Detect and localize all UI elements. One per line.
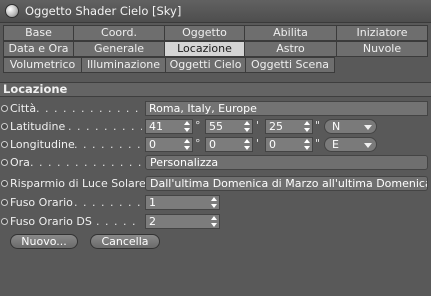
risparmio-row: Risparmio di Luce Solare Dall'ultima Dom…: [0, 176, 431, 192]
second-symbol: ": [315, 119, 321, 132]
longitude-degrees-input[interactable]: 0: [145, 137, 193, 152]
ora-dropdown[interactable]: Personalizza: [145, 155, 428, 170]
minute-symbol: ': [256, 137, 260, 150]
ora-value: Personalizza: [150, 156, 219, 169]
fuso-orario-ds-label: Fuso Orario DS: [10, 215, 92, 228]
longitude-seconds-value: 0: [269, 138, 276, 151]
tab-nuvole[interactable]: Nuvole: [336, 41, 428, 57]
fuso-orario-row: Fuso Orario . . . . . . . . . . . 1: [0, 195, 431, 211]
minute-symbol: ': [256, 119, 260, 132]
latitude-degrees-value: 41: [149, 120, 163, 133]
fuso-orario-ds-value: 2: [149, 215, 156, 228]
chevron-down-icon: [364, 143, 372, 148]
new-button[interactable]: Nuovo...: [10, 234, 78, 249]
animate-radio[interactable]: [1, 141, 8, 148]
ora-label: Ora: [10, 156, 30, 169]
risparmio-label: Risparmio di Luce Solare: [10, 177, 146, 190]
latitudine-dots: . . . . . . . . . . . .: [68, 120, 142, 133]
latitude-degrees-input[interactable]: 41: [145, 119, 193, 134]
latitude-hemisphere-dropdown[interactable]: N: [324, 119, 377, 134]
animate-radio[interactable]: [1, 123, 8, 130]
stepper-icon[interactable]: [184, 139, 190, 150]
citta-row: Città . . . . . . . . . . . . . . . . . …: [0, 101, 431, 117]
longitude-degrees-value: 0: [149, 138, 156, 151]
latitude-seconds-input[interactable]: 25: [265, 119, 313, 134]
degree-symbol: °: [195, 137, 201, 150]
animate-radio[interactable]: [1, 218, 8, 225]
longitude-seconds-input[interactable]: 0: [265, 137, 313, 152]
tab-volumetrico[interactable]: Volumetrico: [3, 57, 82, 73]
longitudine-label: Longitudine: [10, 138, 75, 151]
tab-illuminazione[interactable]: Illuminazione: [81, 57, 166, 73]
stepper-icon[interactable]: [211, 197, 217, 208]
latitudine-row: Latitudine . . . . . . . . . . . . 41 ° …: [0, 119, 431, 135]
risparmio-dropdown[interactable]: Dall'ultima Domenica di Marzo all'ultima…: [145, 176, 428, 191]
animate-radio[interactable]: [1, 159, 8, 166]
longitude-minutes-value: 0: [209, 138, 216, 151]
latitude-seconds-value: 25: [269, 120, 283, 133]
latitude-minutes-value: 55: [209, 120, 223, 133]
sky-shader-icon: [5, 4, 19, 18]
citta-dots: . . . . . . . . . . . . . . . . .: [36, 102, 142, 115]
fuso-orario-value: 1: [149, 196, 156, 209]
tab-row-1: Base Coord. Oggetto Abilita Iniziatore: [3, 25, 428, 41]
longitude-minutes-input[interactable]: 0: [205, 137, 253, 152]
animate-radio[interactable]: [1, 105, 8, 112]
longitudine-row: Longitudine . . . . . . . . . . . 0 ° 0 …: [0, 137, 431, 153]
latitudine-label: Latitudine: [10, 120, 66, 133]
fuso-orario-input[interactable]: 1: [145, 195, 220, 210]
animate-radio[interactable]: [1, 199, 8, 206]
tab-iniziatore[interactable]: Iniziatore: [336, 25, 428, 41]
longitudine-dots: . . . . . . . . . . .: [74, 138, 142, 151]
stepper-icon[interactable]: [304, 139, 310, 150]
stepper-icon[interactable]: [211, 216, 217, 227]
stepper-icon[interactable]: [244, 139, 250, 150]
fuso-orario-label: Fuso Orario: [10, 196, 73, 209]
ora-dots: . . . . . . . . . . . . . . . . . .: [30, 156, 142, 169]
cancel-button[interactable]: Cancella: [90, 234, 160, 249]
tab-oggetti-cielo[interactable]: Oggetti Cielo: [165, 57, 246, 73]
stepper-icon[interactable]: [184, 121, 190, 132]
ora-row: Ora . . . . . . . . . . . . . . . . . . …: [0, 155, 431, 171]
fuso-orario-ds-row: Fuso Orario DS . . . . . . . . 2: [0, 214, 431, 230]
section-title: Locazione: [0, 82, 431, 97]
window-title: Oggetto Shader Cielo [Sky]: [25, 4, 182, 18]
tab-locazione[interactable]: Locazione: [164, 41, 245, 57]
longitude-hemisphere-dropdown[interactable]: E: [324, 137, 377, 152]
stepper-icon[interactable]: [304, 121, 310, 132]
citta-input[interactable]: Roma, Italy, Europe: [145, 101, 428, 116]
tab-abilita[interactable]: Abilita: [244, 25, 337, 41]
tab-generale[interactable]: Generale: [73, 41, 165, 57]
stepper-icon[interactable]: [244, 121, 250, 132]
chevron-down-icon: [364, 125, 372, 130]
fuso-orario-ds-input[interactable]: 2: [145, 214, 220, 229]
fuso-orario-ds-dots: . . . . . . . .: [96, 215, 142, 228]
title-bar: Oggetto Shader Cielo [Sky]: [0, 0, 431, 23]
tab-bar: Base Coord. Oggetto Abilita Iniziatore D…: [3, 25, 428, 73]
latitude-hemisphere-value: N: [332, 120, 341, 133]
latitude-minutes-input[interactable]: 55: [205, 119, 253, 134]
tab-oggetto[interactable]: Oggetto: [164, 25, 245, 41]
citta-label: Città: [10, 102, 37, 115]
tab-data-e-ora[interactable]: Data e Ora: [3, 41, 74, 57]
animate-radio[interactable]: [1, 180, 8, 187]
fuso-orario-dots: . . . . . . . . . . .: [74, 196, 142, 209]
tab-oggetti-scena[interactable]: Oggetti Scena: [245, 57, 335, 73]
second-symbol: ": [315, 137, 321, 150]
degree-symbol: °: [195, 119, 201, 132]
longitude-hemisphere-value: E: [332, 138, 339, 151]
tab-row-3: Volumetrico Illuminazione Oggetti Cielo …: [3, 57, 428, 73]
tab-row-2: Data e Ora Generale Locazione Astro Nuvo…: [3, 41, 428, 57]
risparmio-value: Dall'ultima Domenica di Marzo all'ultima…: [150, 177, 428, 190]
tab-base[interactable]: Base: [3, 25, 74, 41]
tab-astro[interactable]: Astro: [244, 41, 337, 57]
tab-coord[interactable]: Coord.: [73, 25, 165, 41]
